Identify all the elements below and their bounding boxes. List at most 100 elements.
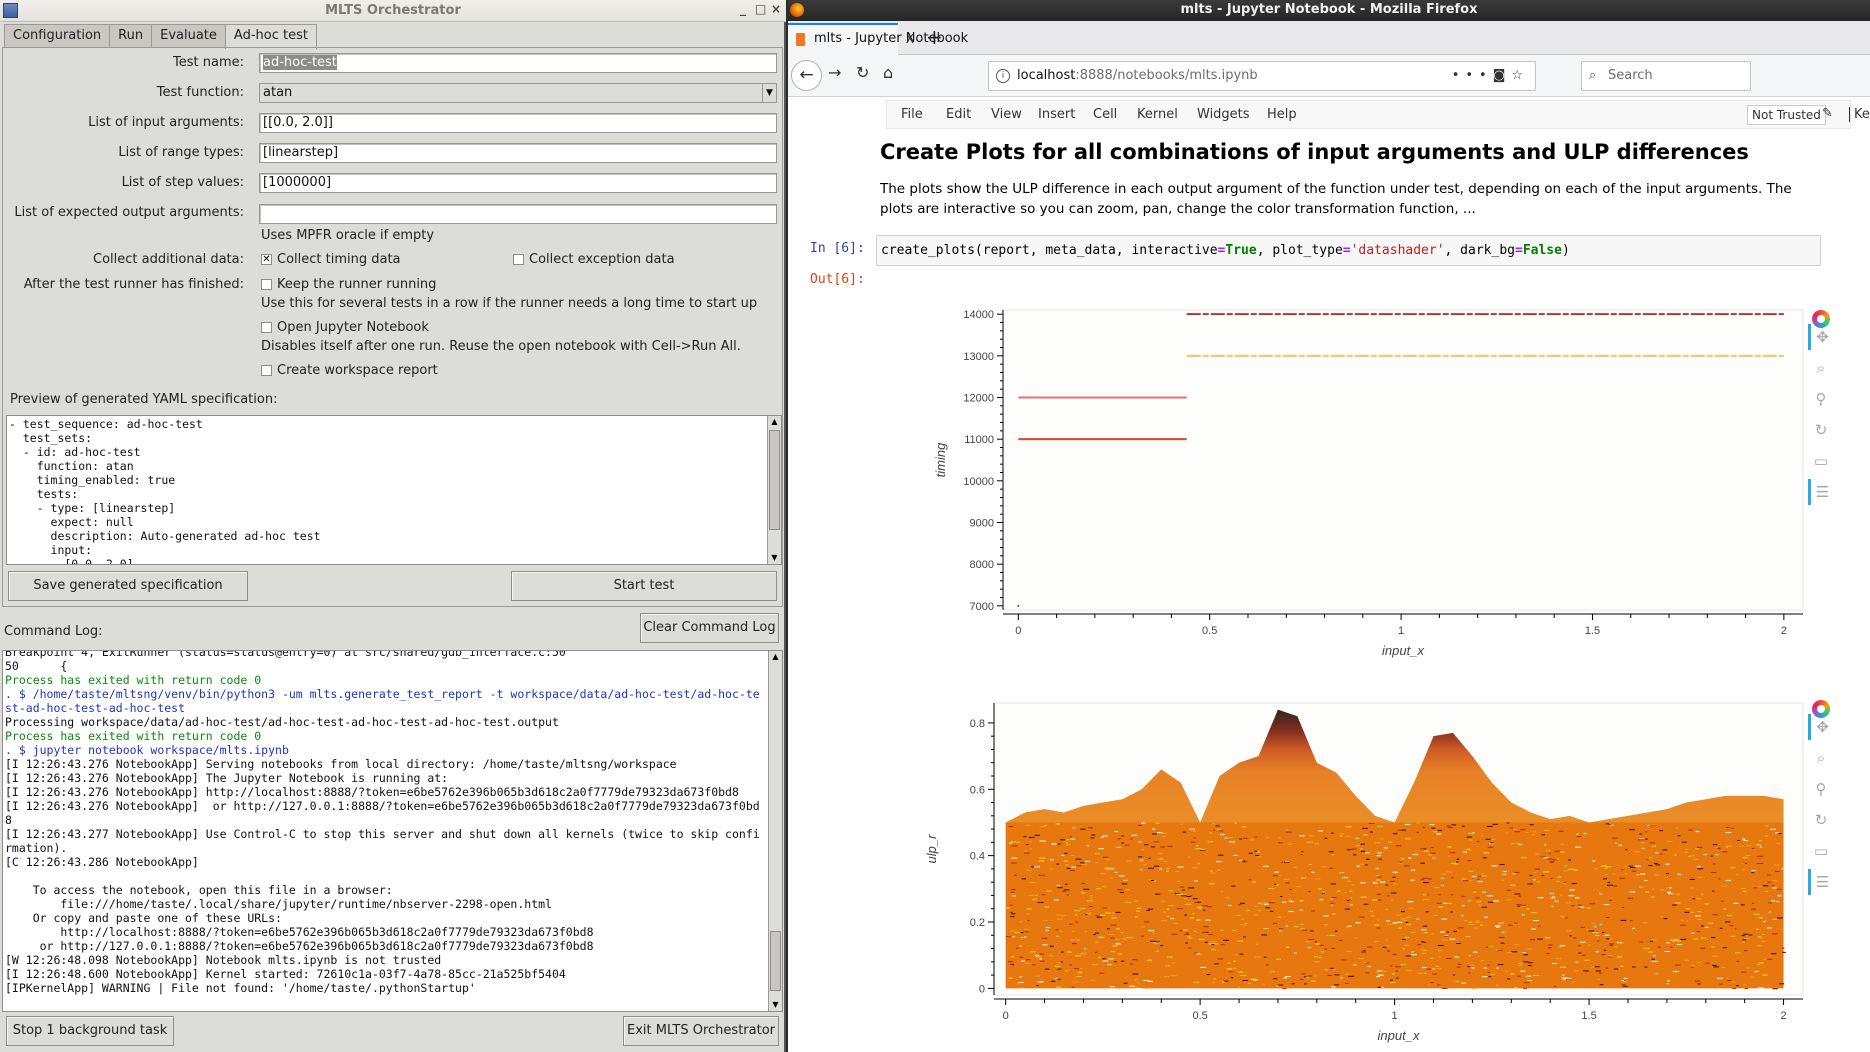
menu-insert[interactable]: Insert	[1038, 107, 1075, 122]
url-bar[interactable]: i localhost:8888/notebooks/mlts.ipynb ••…	[988, 61, 1536, 91]
ulp-plot[interactable]: 0 0.2 0.4 0.6 0.8 0 0.5 1 1.5 2 input_x ulp_r	[888, 695, 1808, 1052]
scroll-thumb[interactable]	[769, 430, 780, 530]
pan-tool-icon[interactable]: ✥	[1808, 324, 1834, 350]
ulp-point	[1273, 978, 1278, 980]
orchestrator-titlebar[interactable]: MLTS Orchestrator _ □ ×	[0, 0, 786, 22]
firefox-titlebar[interactable]: mlts - Jupyter Notebook - Mozilla Firefo…	[788, 0, 1870, 21]
ulp-point	[1131, 986, 1137, 988]
scroll-up-icon[interactable]: ▲	[769, 651, 782, 663]
ulp-point	[1220, 944, 1225, 946]
not-trusted-badge[interactable]: Not Trusted	[1747, 105, 1826, 125]
save-tool-icon[interactable]: ▭	[1808, 838, 1834, 864]
timing-plot-svg[interactable]: 70008000900010000110001200013000140000 0.…	[888, 300, 1808, 660]
ulp-point	[1204, 941, 1208, 943]
ulp-point	[1059, 930, 1063, 932]
ulp-point	[1009, 842, 1013, 844]
page-actions-icon[interactable]: •••	[1452, 68, 1493, 83]
yaml-scrollbar[interactable]: ▲ ▼	[767, 416, 781, 564]
timing-plot[interactable]: 7000 8000 9000 10000 11000 12000 13000 14000 0 0.…	[888, 300, 1808, 660]
reload-button[interactable]: ↻	[856, 63, 869, 82]
edit-pencil-icon[interactable]: ✎	[1822, 106, 1833, 121]
search-input[interactable]: ⌕ Search	[1581, 61, 1751, 91]
menu-cell[interactable]: Cell	[1093, 107, 1117, 122]
bookmark-star-icon[interactable]: ☆	[1511, 68, 1529, 83]
ulp-point	[1153, 865, 1160, 867]
range-types-input[interactable]: [linearstep]	[259, 143, 777, 163]
scroll-thumb[interactable]	[770, 931, 781, 991]
home-button[interactable]: ⌂	[883, 63, 893, 82]
menu-file[interactable]: File	[901, 107, 923, 122]
menu-widgets[interactable]: Widgets	[1197, 107, 1250, 122]
ulp-point	[1483, 852, 1490, 854]
forward-button[interactable]: →	[828, 63, 841, 82]
ulp-point	[1684, 959, 1690, 961]
tab-run[interactable]: Run	[109, 24, 153, 47]
ulp-point	[1359, 863, 1364, 865]
close-tab-icon[interactable]: X	[906, 25, 914, 53]
menu-kernel[interactable]: Kernel	[1137, 107, 1178, 122]
open-jupyter-checkbox[interactable]: Open Jupyter Notebook	[261, 320, 429, 335]
checkbox-unchecked-icon[interactable]	[513, 254, 524, 265]
ulp-point	[1115, 911, 1121, 913]
clear-log-button[interactable]: Clear Command Log	[640, 613, 779, 643]
ulp-point	[1011, 888, 1016, 890]
reset-tool-icon[interactable]: ↻	[1808, 417, 1834, 443]
stop-background-button[interactable]: Stop 1 background task	[6, 1016, 174, 1046]
scroll-down-icon[interactable]: ▼	[769, 999, 782, 1011]
start-test-button[interactable]: Start test	[511, 571, 777, 601]
expected-output-input[interactable]	[259, 204, 777, 224]
save-tool-icon[interactable]: ▭	[1808, 448, 1834, 474]
ulp-point	[1278, 916, 1282, 918]
pan-tool-icon[interactable]: ✥	[1808, 714, 1834, 740]
step-values-input[interactable]: [1000000]	[259, 173, 777, 193]
reset-tool-icon[interactable]: ↻	[1808, 807, 1834, 833]
back-button[interactable]: ←	[791, 60, 822, 91]
command-log[interactable]: Breakpoint 4, ExitRunner (status=status@…	[2, 650, 783, 1012]
box-zoom-tool-icon[interactable]: ⌕	[1808, 355, 1834, 381]
save-spec-button[interactable]: Save generated specification	[8, 571, 248, 601]
checkbox-unchecked-icon[interactable]	[261, 279, 272, 290]
info-icon[interactable]: i	[996, 69, 1010, 83]
exit-button[interactable]: Exit MLTS Orchestrator	[623, 1016, 779, 1046]
scroll-up-icon[interactable]: ▲	[768, 416, 781, 428]
checkbox-unchecked-icon[interactable]	[261, 322, 272, 333]
ulp-point	[1513, 829, 1518, 831]
minimize-icon[interactable]: _	[740, 2, 746, 16]
browser-tab[interactable]: mlts - Jupyter Notebook X	[788, 23, 968, 55]
yaml-preview-textarea[interactable]: - test_sequence: ad-hoc-test test_sets: …	[6, 415, 782, 565]
test-name-input[interactable]: ad-hoc-test	[259, 53, 777, 73]
maximize-icon[interactable]: □	[755, 2, 766, 16]
pocket-icon[interactable]: ◙	[1493, 68, 1512, 83]
new-tab-button[interactable]: +	[926, 25, 943, 49]
tab-configuration[interactable]: Configuration	[4, 24, 111, 47]
checkbox-checked-icon[interactable]: ✕	[261, 254, 272, 265]
tab-evaluate[interactable]: Evaluate	[151, 24, 226, 47]
ulp-point	[1436, 833, 1442, 835]
code-cell[interactable]: create_plots(report, meta_data, interact…	[876, 235, 1821, 266]
hover-tool-icon[interactable]: ☰	[1808, 479, 1834, 505]
keep-runner-checkbox[interactable]: Keep the runner running	[261, 277, 436, 292]
ulp-point	[1339, 833, 1344, 835]
collect-exceptions-checkbox[interactable]: Collect exception data	[513, 252, 675, 267]
menu-view[interactable]: View	[991, 107, 1022, 122]
hover-tool-icon[interactable]: ☰	[1808, 869, 1834, 895]
tab-ad-hoc-test[interactable]: Ad-hoc test	[224, 24, 317, 49]
ulp-point	[1588, 930, 1594, 932]
wheel-zoom-tool-icon[interactable]: ⚲	[1808, 776, 1834, 802]
menu-help[interactable]: Help	[1267, 107, 1297, 122]
log-scrollbar[interactable]: ▲ ▼	[768, 651, 782, 1011]
chevron-down-icon[interactable]: ▼	[762, 84, 776, 102]
input-args-input[interactable]: [[0.0, 2.0]]	[259, 113, 777, 133]
workspace-report-checkbox[interactable]: Create workspace report	[261, 363, 438, 378]
collect-timing-checkbox[interactable]: ✕ Collect timing data	[261, 252, 401, 267]
checkbox-unchecked-icon[interactable]	[261, 365, 272, 376]
ulp-point	[1148, 908, 1154, 910]
test-function-select[interactable]: atan ▼	[259, 83, 777, 103]
ulp-plot-svg[interactable]: 00.20.40.60.80 0.5 1 1.5 2input_xulp_r	[888, 695, 1808, 1052]
close-icon[interactable]: ×	[771, 2, 781, 16]
menu-edit[interactable]: Edit	[946, 107, 971, 122]
scroll-down-icon[interactable]: ▼	[768, 552, 781, 564]
ulp-point	[1518, 962, 1523, 964]
box-zoom-tool-icon[interactable]: ⌕	[1808, 745, 1834, 771]
wheel-zoom-tool-icon[interactable]: ⚲	[1808, 386, 1834, 412]
